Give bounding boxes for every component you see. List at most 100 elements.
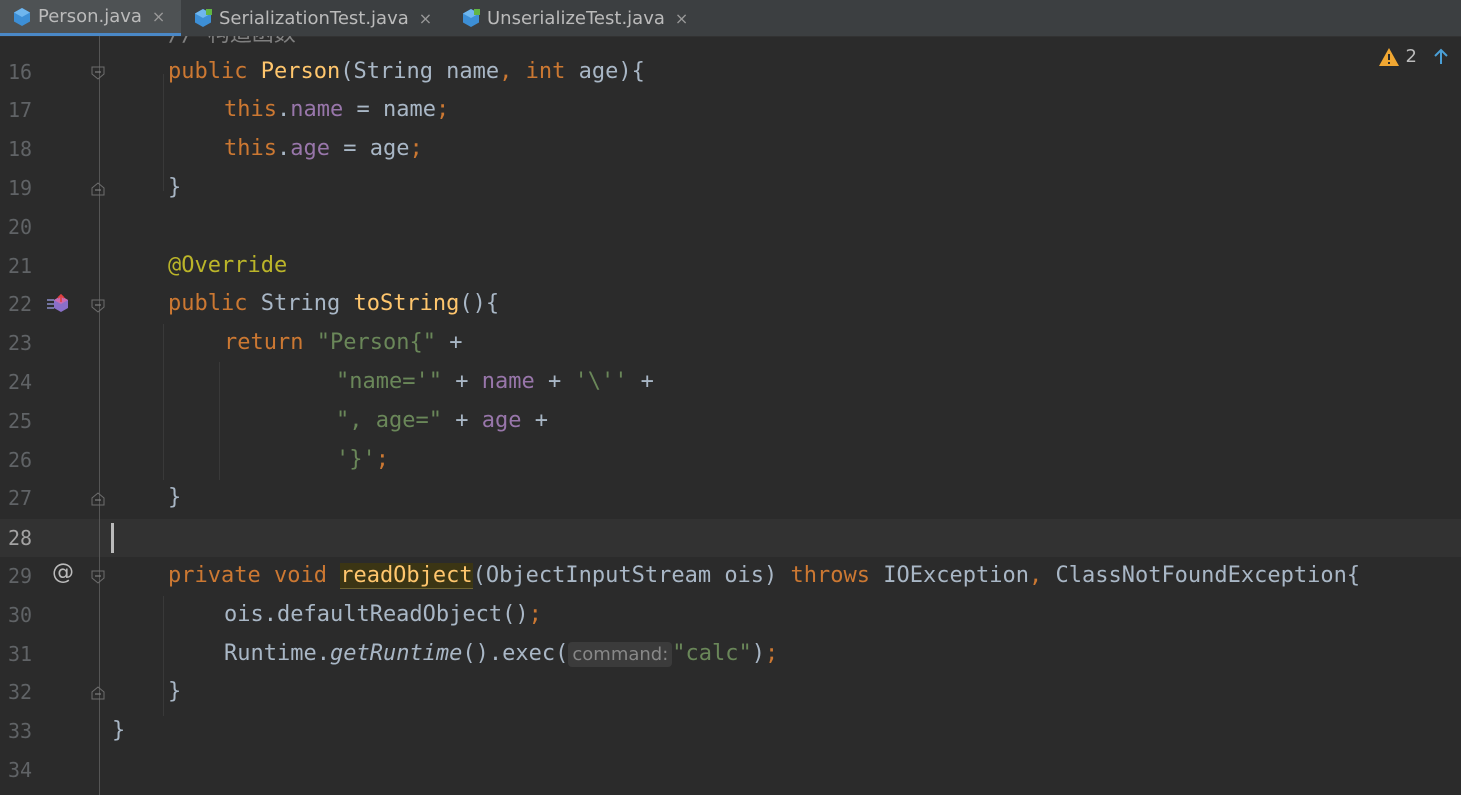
code-keyword: int <box>525 59 566 84</box>
warning-count: 2 <box>1405 46 1417 67</box>
inspection-widget[interactable]: 2 <box>1378 46 1451 67</box>
code-text: (String name <box>340 59 500 84</box>
code-text: + <box>627 369 654 394</box>
code-semicolon: ; <box>765 641 779 666</box>
fold-marker-icon[interactable] <box>91 299 105 313</box>
code-string: '\'' <box>574 369 628 394</box>
code-line-25: ", age=" + age + <box>336 402 548 440</box>
line-number: 34 <box>8 758 33 782</box>
java-class-icon <box>14 7 30 26</box>
fold-marker-icon[interactable] <box>91 182 105 196</box>
line-number: 24 <box>8 370 33 394</box>
code-string: '}' <box>336 447 376 472</box>
code-text: + <box>534 369 575 394</box>
code-field: name <box>481 369 535 394</box>
code-field: age <box>290 136 330 161</box>
code-text: . <box>276 136 291 161</box>
code-line-33: } <box>112 718 126 743</box>
line-number: 25 <box>8 409 33 433</box>
fold-marker-icon[interactable] <box>91 492 105 506</box>
line-number: 33 <box>8 719 33 743</box>
code-text: ().exec( <box>462 641 569 666</box>
code-keyword: private <box>168 563 261 588</box>
code-comma: , <box>499 59 513 84</box>
arrow-up-icon[interactable] <box>1431 47 1451 67</box>
code-keyword: this <box>224 136 277 161</box>
code-keyword: this <box>224 97 277 122</box>
code-text: = name <box>343 97 436 122</box>
code-line-32: } <box>168 679 182 704</box>
code-text: String <box>247 291 354 316</box>
code-editor[interactable]: 2 // 构造函数 16 17 18 19 20 21 22 23 24 25 … <box>0 36 1461 795</box>
line-number: 22 <box>8 292 33 316</box>
code-text: (){ <box>459 291 500 316</box>
line-number: 31 <box>8 642 33 666</box>
line-number: 16 <box>8 60 33 84</box>
line-number: 21 <box>8 254 33 278</box>
tab-serializationtest-java[interactable]: SerializationTest.java × <box>181 0 449 36</box>
line-number: 30 <box>8 603 33 627</box>
line-number: 27 <box>8 486 33 510</box>
gutter-separator <box>99 36 100 795</box>
code-field: age <box>481 408 522 433</box>
code-string: ", age=" <box>336 408 442 433</box>
code-semicolon: ; <box>409 136 423 161</box>
code-text: + <box>521 408 548 433</box>
line-number: 18 <box>8 137 33 161</box>
fold-marker-icon[interactable] <box>91 66 105 80</box>
code-line-31: Runtime.getRuntime().exec(command: "calc"… <box>224 635 778 674</box>
line-number: 23 <box>8 331 33 355</box>
tab-label: SerializationTest.java <box>219 7 409 29</box>
code-method-name: toString <box>353 291 460 316</box>
code-line-16: public Person(String name, int age){ <box>168 53 645 91</box>
tab-person-java[interactable]: Person.java × <box>0 0 181 36</box>
line-number: 17 <box>8 98 33 122</box>
warning-icon <box>1378 47 1399 66</box>
line-number: 29 <box>8 564 33 588</box>
parameter-hint: command: <box>568 642 673 667</box>
code-text: Runtime. <box>224 641 330 666</box>
code-line-29: private void readObject(ObjectInputStrea… <box>168 557 1360 595</box>
tab-label: UnserializeTest.java <box>487 7 665 29</box>
code-text: . <box>276 97 291 122</box>
text-caret <box>111 523 114 553</box>
tab-label: Person.java <box>38 6 142 27</box>
code-line-21: @Override <box>168 253 288 278</box>
fold-marker-icon[interactable] <box>91 686 105 700</box>
code-semicolon: ; <box>435 97 450 122</box>
code-line-24: "name='" + name + '\'' + <box>336 363 654 401</box>
code-text: ClassNotFoundException{ <box>1042 563 1361 588</box>
code-keyword: void <box>273 563 327 588</box>
indent-guide <box>219 362 220 480</box>
indent-guide <box>163 324 164 480</box>
code-semicolon: ; <box>375 447 389 472</box>
java-class-icon <box>195 9 212 27</box>
code-method-name: readObject <box>340 563 473 589</box>
line-number: 19 <box>8 176 33 200</box>
close-icon[interactable]: × <box>152 7 165 26</box>
override-method-icon[interactable] <box>46 294 70 314</box>
annotation-at-icon[interactable]: @ <box>52 560 74 585</box>
tab-unserializetest-java[interactable]: UnserializeTest.java × <box>449 0 704 36</box>
close-icon[interactable]: × <box>675 9 688 28</box>
code-string: "calc" <box>672 641 752 666</box>
code-keyword: throws <box>790 563 871 588</box>
code-string: "Person{" <box>316 330 436 355</box>
code-text: + <box>435 330 463 355</box>
line-number: 28 <box>8 526 33 550</box>
indent-guide <box>163 74 164 191</box>
code-comment: // 构造函数 <box>168 36 296 47</box>
close-icon[interactable]: × <box>419 9 432 28</box>
code-line-23: return "Person{" + <box>224 324 462 362</box>
java-class-icon <box>463 9 480 27</box>
code-text: = age <box>329 136 410 161</box>
code-text: + <box>441 408 482 433</box>
code-line-15: // 构造函数 <box>168 36 296 54</box>
line-number: 20 <box>8 215 33 239</box>
code-text: + <box>441 369 482 394</box>
current-line-highlight <box>0 519 1461 557</box>
code-text: ois.defaultReadObject() <box>224 602 529 627</box>
code-line-19: } <box>168 175 182 200</box>
fold-marker-icon[interactable] <box>91 570 105 584</box>
code-text: age){ <box>565 59 645 84</box>
